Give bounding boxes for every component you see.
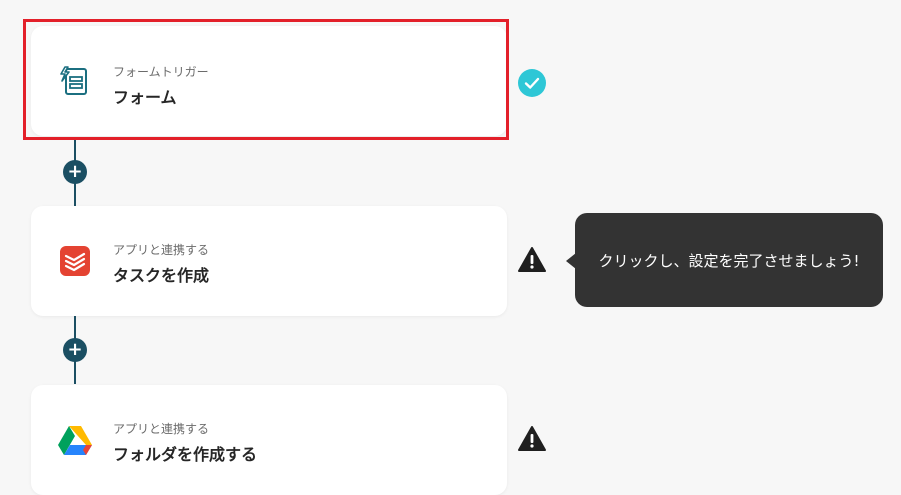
step-subtitle: アプリと連携する	[113, 243, 210, 257]
step-card-create-folder[interactable]: アプリと連携する フォルダを作成する	[31, 385, 507, 495]
warning-icon	[517, 245, 547, 275]
warning-icon	[517, 424, 547, 454]
todoist-icon	[58, 244, 92, 278]
google-drive-icon	[58, 423, 92, 457]
step-card-create-task[interactable]: アプリと連携する タスクを作成	[31, 206, 507, 316]
tooltip: クリックし、設定を完了させましょう!	[575, 213, 883, 307]
step-card-form-trigger[interactable]: フォームトリガー フォーム	[31, 26, 507, 136]
step-title: フォーム	[113, 88, 177, 107]
step-title: フォルダを作成する	[113, 445, 258, 464]
step-title: タスクを作成	[113, 266, 210, 285]
step-subtitle: フォームトリガー	[113, 65, 209, 79]
step-subtitle: アプリと連携する	[113, 422, 210, 436]
check-icon	[517, 68, 547, 98]
add-step-button[interactable]: +	[63, 160, 87, 184]
form-trigger-icon	[58, 64, 92, 98]
add-step-button[interactable]: +	[63, 338, 87, 362]
